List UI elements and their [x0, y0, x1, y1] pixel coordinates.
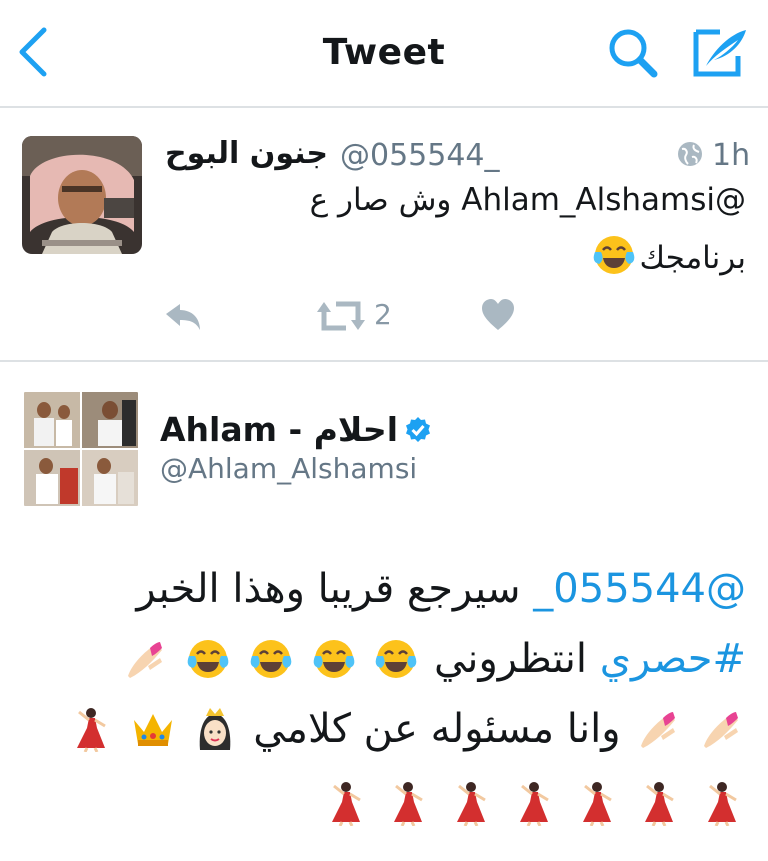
dancer-emoji-icon [519, 782, 549, 826]
nail-polish-emoji-icon [704, 712, 738, 748]
author-handle[interactable]: @Ahlam_Alshamsi [160, 452, 417, 485]
reply-timestamp: 1h [712, 138, 751, 173]
tears-of-joy-emoji-icon [594, 236, 635, 274]
dancer-emoji-icon [582, 782, 612, 826]
reply-handle[interactable]: @055544_ [340, 138, 500, 173]
reply-display-name[interactable]: جنون البوح [165, 136, 328, 171]
search-icon[interactable] [606, 26, 660, 80]
dancer-emoji-icon [77, 708, 106, 752]
tweet-text-line-1: @055544_ سيرجع قريبا وهذا الخبر [136, 566, 746, 612]
tweet-text-line-2: #حصري انتظروني [22, 636, 746, 682]
heart-icon[interactable] [480, 298, 516, 332]
retweet-icon[interactable] [316, 298, 366, 334]
verified-badge-icon [406, 417, 431, 442]
tears-of-joy-emoji-icon [250, 640, 292, 678]
globe-icon [678, 142, 702, 166]
hashtag-link[interactable]: #حصري [600, 636, 746, 682]
tears-of-joy-emoji-icon [375, 640, 417, 678]
dancer-emoji-icon [331, 782, 361, 826]
nav-header: Tweet [0, 0, 768, 108]
dancer-emoji-icon [708, 782, 737, 826]
crown-emoji-icon [133, 714, 172, 746]
dancer-emoji-icon [394, 782, 424, 826]
mention-link[interactable]: @055544_ [533, 566, 746, 612]
author-display-name[interactable]: Ahlam - احلام [160, 410, 432, 449]
tears-of-joy-emoji-icon [187, 640, 229, 678]
reply-tweet[interactable]: جنون البوح @055544_ 1h @Ahlam_Alshamsi و… [0, 108, 768, 362]
reply-text-line-1: @Ahlam_Alshamsi وش صار ع [309, 182, 746, 218]
retweet-count: 2 [374, 298, 392, 331]
nail-polish-emoji-icon [128, 642, 163, 678]
avatar[interactable] [22, 390, 140, 508]
reply-text-line-2: برنامجك [589, 232, 746, 278]
tears-of-joy-emoji-icon [313, 640, 354, 678]
avatar[interactable] [22, 136, 142, 254]
tweet-text-line-3: وانا مسئوله عن كلامي [22, 706, 746, 752]
dancer-emoji-icon [645, 782, 675, 826]
princess-emoji-icon [200, 708, 231, 750]
nail-polish-emoji-icon [641, 712, 676, 748]
tweet-text-line-4 [22, 780, 746, 826]
compose-quill-icon[interactable] [692, 26, 750, 80]
dancer-emoji-icon [457, 782, 486, 826]
reply-icon[interactable] [162, 300, 204, 334]
